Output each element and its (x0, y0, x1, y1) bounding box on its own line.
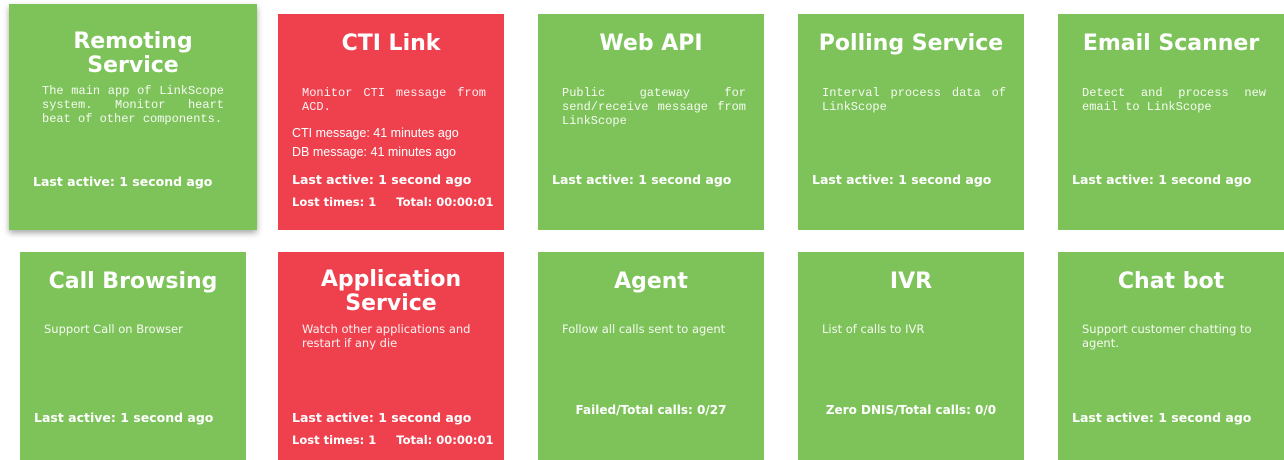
tile-title: Call Browsing (48, 269, 218, 294)
lost-times-row: Lost times: 1 Total: 00:00:01 (292, 195, 513, 209)
tile-description: Follow all calls sent to agent (562, 322, 726, 336)
last-active-text: Last active: 1 second ago (552, 172, 732, 187)
tile-title: Web API (599, 31, 703, 56)
tile-ivr[interactable]: IVR List of calls to IVR Zero DNIS/Total… (798, 252, 1024, 460)
tile-description: List of calls to IVR (822, 322, 925, 336)
tile-email-scanner[interactable]: Email Scanner Detect and process new ema… (1058, 14, 1284, 230)
tile-title: Application Service (278, 268, 504, 316)
cti-message-status: CTI message: 41 minutes ago (292, 126, 459, 140)
last-active-text: Last active: 1 second ago (34, 410, 214, 425)
last-active-text: Last active: 1 second ago (292, 172, 472, 187)
tile-agent[interactable]: Agent Follow all calls sent to agent Fai… (538, 252, 764, 460)
tile-title-line1: Remoting (73, 29, 193, 54)
tile-description: Support customer chatting to agent. (1082, 322, 1252, 350)
tile-title: Agent (614, 269, 688, 294)
tile-description: Public gateway for send/receive message … (562, 86, 746, 128)
tile-description: The main app of LinkScope system. Monito… (42, 84, 224, 126)
lost-times-text: Lost times: 1 (292, 195, 377, 209)
tile-title: CTI Link (341, 31, 441, 56)
zero-dnis-total-calls-stat: Zero DNIS/Total calls: 0/0 (825, 403, 997, 417)
last-active-text: Last active: 1 second ago (292, 410, 472, 425)
tile-description: Interval process data of LinkScope (822, 86, 1006, 114)
tile-title-line2: Service (345, 291, 437, 316)
last-active-text: Last active: 1 second ago (1072, 410, 1252, 425)
lost-times-row: Lost times: 1 Total: 00:00:01 (292, 433, 513, 447)
tile-title: Remoting Service (9, 30, 257, 78)
tile-remoting-service[interactable]: Remoting Service The main app of LinkSco… (9, 4, 257, 230)
tile-title: Chat bot (1117, 269, 1225, 294)
tile-title-line2: Service (87, 53, 179, 78)
tile-description: Detect and process new email to LinkScop… (1082, 86, 1266, 114)
tile-application-service[interactable]: Application Service Watch other applicat… (278, 252, 504, 460)
tile-web-api[interactable]: Web API Public gateway for send/receive … (538, 14, 764, 230)
last-active-text: Last active: 1 second ago (33, 174, 213, 189)
tile-polling-service[interactable]: Polling Service Interval process data of… (798, 14, 1024, 230)
lost-total-text: Total: 00:00:01 (396, 195, 494, 209)
last-active-text: Last active: 1 second ago (1072, 172, 1252, 187)
tile-chat-bot[interactable]: Chat bot Support customer chatting to ag… (1058, 252, 1284, 460)
lost-total-text: Total: 00:00:01 (396, 433, 494, 447)
tile-description: Watch other applications and restart if … (302, 322, 471, 350)
lost-times-text: Lost times: 1 (292, 433, 377, 447)
tile-call-browsing[interactable]: Call Browsing Support Call on Browser La… (20, 252, 246, 460)
last-active-text: Last active: 1 second ago (812, 172, 992, 187)
tile-description: Monitor CTI message from ACD. (302, 86, 486, 114)
tile-title: Polling Service (818, 31, 1004, 56)
tile-title-line1: Application (320, 267, 462, 292)
failed-total-calls-stat: Failed/Total calls: 0/27 (575, 403, 727, 417)
tile-cti-link[interactable]: CTI Link Monitor CTI message from ACD. C… (278, 14, 504, 230)
tile-title: Email Scanner (1082, 31, 1260, 56)
db-message-status: DB message: 41 minutes ago (292, 145, 456, 159)
tile-title: IVR (889, 269, 933, 294)
service-dashboard: Remoting Service The main app of LinkSco… (0, 0, 1284, 460)
tile-description: Support Call on Browser (44, 322, 183, 336)
